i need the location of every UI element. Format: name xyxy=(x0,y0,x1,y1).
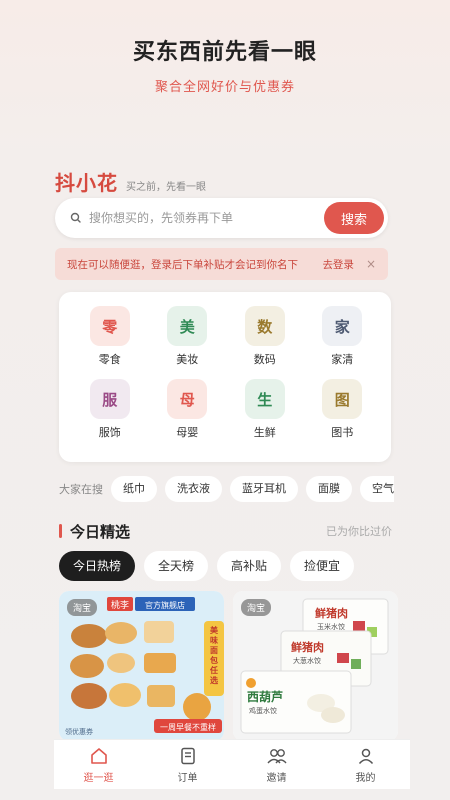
snacks-icon: 零 xyxy=(89,306,130,346)
brand-slogan: 买之前，先看一眼 xyxy=(126,182,206,193)
close-icon[interactable]: × xyxy=(366,257,376,271)
store-name: 官方旗舰店 xyxy=(145,600,185,610)
search-input[interactable] xyxy=(89,211,319,225)
coupon-corner: 领优惠券 xyxy=(65,727,93,736)
product-card[interactable]: 淘宝 桃李 官方旗舰店 美味面包任选 一周早餐不重样 领优惠券 xyxy=(59,591,224,741)
digital-icon: 数 xyxy=(244,306,285,346)
category-digital[interactable]: 数数码 xyxy=(226,306,304,367)
hero-title: 买东西前先看一眼 xyxy=(132,40,317,65)
search-icon xyxy=(70,212,81,223)
tab-high-subsidy[interactable]: 高补贴 xyxy=(217,551,282,581)
dumpling-pack-3-title: 西葫芦 xyxy=(247,689,283,704)
login-link[interactable]: 去登录 xyxy=(322,257,354,272)
platform-badge: 淘宝 xyxy=(67,599,98,616)
dumpling-pack-2-sub: 大葱水饺 xyxy=(293,656,321,665)
ranking-tabs: 今日热榜 全天榜 高补贴 捡便宜 xyxy=(59,551,363,581)
category-home-cleaning[interactable]: 家家清 xyxy=(304,306,382,367)
category-fresh[interactable]: 生生鲜 xyxy=(226,379,304,440)
category-books[interactable]: 图图书 xyxy=(304,379,382,440)
store-badge: 桃李 xyxy=(111,599,129,611)
category-label: 零食 xyxy=(98,353,121,366)
category-label: 图书 xyxy=(331,426,354,439)
hot-search-chip[interactable]: 面膜 xyxy=(306,476,352,502)
section-accent-bar xyxy=(59,524,62,538)
baby-icon: 母 xyxy=(167,379,208,419)
profile-icon xyxy=(358,748,373,764)
category-snacks[interactable]: 零零食 xyxy=(71,306,149,367)
apparel-icon: 服 xyxy=(89,379,130,419)
section-header: 今日精选 已为你比过价 xyxy=(59,520,394,542)
dumpling-pack-1-title: 鲜猪肉 xyxy=(315,606,348,620)
search-button[interactable]: 搜索 xyxy=(324,202,384,234)
category-label: 服饰 xyxy=(98,426,121,439)
search-bar[interactable]: 搜索 xyxy=(55,198,388,238)
category-baby[interactable]: 母母婴 xyxy=(149,379,227,440)
books-icon: 图 xyxy=(322,379,363,419)
section-note: 已为你比过价 xyxy=(326,525,392,538)
nav-profile[interactable]: 我的 xyxy=(321,740,410,789)
nav-home[interactable]: 逛一逛 xyxy=(54,740,143,789)
nav-label: 逛一逛 xyxy=(83,772,114,784)
category-label: 美妆 xyxy=(176,353,199,366)
dumpling-pack-3-sub: 鸡蛋水饺 xyxy=(249,706,277,715)
nav-invite[interactable]: 邀请 xyxy=(232,740,321,789)
invite-icon xyxy=(266,748,287,763)
hero-subtitle: 聚合全网好价与优惠券 xyxy=(154,80,295,95)
nav-label: 订单 xyxy=(177,772,198,784)
nav-label: 邀请 xyxy=(266,772,287,784)
hot-search-chip[interactable]: 蓝牙耳机 xyxy=(230,476,298,502)
beauty-icon: 美 xyxy=(167,306,208,346)
category-grid: 零零食 美美妆 数数码 家家清 服服饰 母母婴 生生鲜 图图书 xyxy=(71,306,381,440)
category-label: 生鲜 xyxy=(253,426,276,439)
category-apparel[interactable]: 服服饰 xyxy=(71,379,149,440)
dumpling-pack-2-title: 鲜猪肉 xyxy=(291,640,324,654)
nav-orders[interactable]: 订单 xyxy=(143,740,232,789)
brand-row: 抖小花 买之前，先看一眼 xyxy=(55,167,206,196)
dumpling-pack-1-sub: 玉米水饺 xyxy=(317,622,345,631)
product-card[interactable]: 淘宝 鲜猪肉 玉米水饺 鲜猪肉 大葱水饺 西葫芦 鸡蛋水饺 xyxy=(233,591,398,741)
platform-badge: 淘宝 xyxy=(241,599,272,616)
hot-search-chip[interactable]: 空气炸 xyxy=(360,476,394,502)
tab-today-hot[interactable]: 今日热榜 xyxy=(59,551,136,581)
login-banner: 现在可以随便逛，登录后下单补贴才会记到你名下 去登录 × xyxy=(55,248,388,280)
hot-search-row: 大家在搜 纸巾 洗衣液 蓝牙耳机 面膜 空气炸 xyxy=(59,475,394,503)
brand-name: 抖小花 xyxy=(55,171,118,195)
hot-search-chip[interactable]: 洗衣液 xyxy=(165,476,222,502)
home-icon xyxy=(90,747,107,764)
order-icon xyxy=(180,747,195,764)
home-cleaning-icon: 家 xyxy=(322,306,363,346)
promo-footer: 一周早餐不重样 xyxy=(160,722,216,732)
hot-search-chip[interactable]: 纸巾 xyxy=(111,476,157,502)
category-card: 零零食 美美妆 数数码 家家清 服服饰 母母婴 生生鲜 图图书 xyxy=(59,292,391,462)
category-label: 家清 xyxy=(331,353,354,366)
hot-search-label: 大家在搜 xyxy=(59,483,103,496)
category-label: 母婴 xyxy=(176,426,199,439)
fresh-icon: 生 xyxy=(244,379,285,419)
login-banner-text: 现在可以随便逛，登录后下单补贴才会记到你名下 xyxy=(67,258,298,271)
nav-label: 我的 xyxy=(355,772,376,784)
bottom-nav: 逛一逛 订单 邀请 我的 xyxy=(54,739,410,789)
category-label: 数码 xyxy=(253,353,276,366)
tab-bargains[interactable]: 捡便宜 xyxy=(290,551,355,581)
tab-all-day[interactable]: 全天榜 xyxy=(144,551,209,581)
category-beauty[interactable]: 美美妆 xyxy=(149,306,227,367)
section-title: 今日精选 xyxy=(70,522,131,541)
